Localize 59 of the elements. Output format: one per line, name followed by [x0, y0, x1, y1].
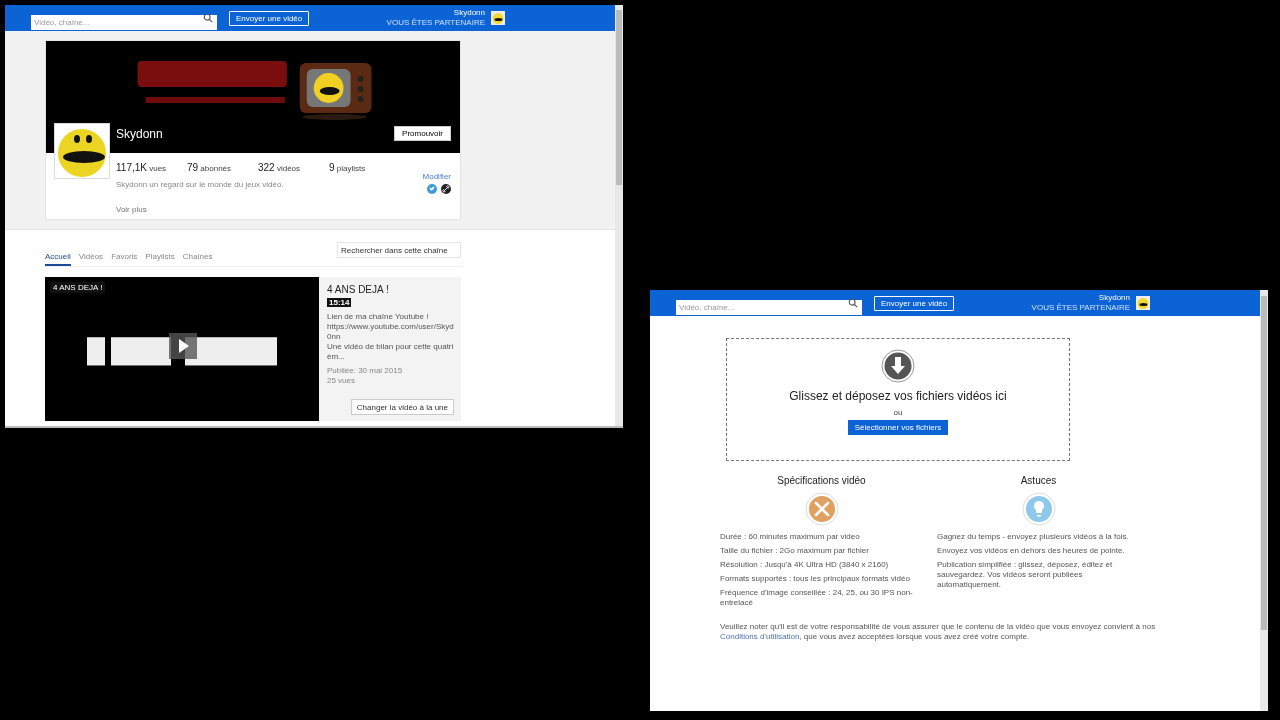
channel-stat: 9 playlists: [329, 162, 367, 173]
channel-tab[interactable]: Vidéos: [78, 252, 104, 266]
scrollbar[interactable]: [615, 5, 623, 426]
info-text: Publication simplifiée : glissez, déposez, éditez et sauvegardez. Vos vidéos seront publiées automatiquement.: [937, 560, 1114, 590]
channel-search-field[interactable]: Rechercher dans cette chaîne: [337, 242, 461, 258]
view-count: 25 vues: [327, 376, 356, 386]
drop-zone-title: Glissez et déposez vos fichiers vidéos ici: [789, 389, 1007, 403]
channel-tab[interactable]: Favoris: [111, 252, 138, 266]
avatar-icon[interactable]: [491, 11, 505, 25]
promote-button[interactable]: Promouvoir: [394, 126, 451, 141]
link-icon[interactable]: [441, 184, 451, 194]
user-name[interactable]: Skydonn: [453, 8, 485, 18]
channel-tab[interactable]: Playlists: [145, 252, 175, 266]
or-label: ou: [893, 408, 903, 417]
video-description-line: https://www.youtube.com/user/Skyd0nn: [327, 322, 454, 342]
info-text: Envoyez vos vidéos en dehors des heures de pointe.: [937, 546, 1126, 556]
video-description-line: Une vidéo de bilan pour cette quatrièm...: [327, 342, 454, 362]
channel-stat: 322 vidéos: [258, 162, 302, 173]
info-text: Durée : 60 minutes maximum par video: [720, 532, 861, 542]
channel-description: Skydonn un regard sur le monde du jeux vidéo.: [116, 180, 285, 189]
info-text: Taille du fichier : 2Go maximum par fichier: [720, 546, 870, 556]
avatar-icon[interactable]: [1136, 296, 1150, 310]
video-duration: 15:14: [327, 298, 352, 307]
channel-tab[interactable]: Accueil: [45, 252, 71, 266]
upload-button[interactable]: Envoyer une vidéo: [229, 10, 310, 26]
channel-name: Skydonn: [116, 127, 163, 141]
terms-note: Veuillez noter qu'il est de votre responsabilité de vous assurer que le contenu de la vidéo que vous envoyez convient à nos Conditions d'utilisation, que vous avez acceptées lorsque vous avez créé votre compte.: [720, 622, 1157, 642]
search-icon[interactable]: [203, 13, 213, 23]
change-featured-button[interactable]: Changer la vidéo à la une: [350, 399, 454, 415]
search-field[interactable]: Vidéo, chaîne...: [31, 14, 217, 30]
video-description-line: Lien de ma chaîne Youtube !: [327, 312, 430, 322]
channel-stat: 117,1K vues: [116, 162, 168, 173]
video-title-overlay: 4 ANS DEJA !: [50, 282, 106, 293]
partner-label: VOUS ÊTES PARTENAIRE: [386, 18, 485, 28]
column-title: Astuces: [1020, 475, 1057, 486]
video-title[interactable]: 4 ANS DEJA !: [327, 284, 389, 295]
publish-date: Publiée: 30 mai 2015: [327, 366, 403, 376]
download-icon: [881, 349, 915, 383]
lightbulb-icon: [1021, 492, 1056, 526]
tools-icon: [804, 492, 839, 526]
info-text: Résolution : Jusqu'à 4K Ultra HD (3840 x 2160): [720, 560, 890, 570]
channel-stat: 79 abonnés: [187, 162, 233, 173]
info-text: Formats supportés : tous les principaux formats vidéo: [720, 574, 911, 584]
see-more-link[interactable]: Voir plus: [116, 205, 147, 214]
channel-avatar: [54, 123, 110, 179]
upload-button[interactable]: Envoyer une vidéo: [874, 295, 955, 311]
select-files-button[interactable]: Sélectionner vos fichiers: [847, 420, 949, 435]
channel-tab[interactable]: Chaînes: [182, 252, 213, 266]
edit-link[interactable]: Modifier: [422, 172, 451, 181]
info-text: Gagnez du temps - envoyez plusieurs vidéos à la fois.: [937, 532, 1130, 542]
play-icon[interactable]: [169, 333, 197, 359]
column-title: Spécifications vidéo: [777, 475, 866, 486]
search-field[interactable]: Vidéo, chaîne...: [676, 299, 862, 315]
info-text: Fréquence d'image conseillée : 24, 25, ou 30 IPS non-entrelacé: [720, 588, 914, 608]
scrollbar[interactable]: [1260, 290, 1268, 711]
partner-label: VOUS ÊTES PARTENAIRE: [1031, 303, 1130, 313]
user-name[interactable]: Skydonn: [1098, 293, 1130, 303]
search-icon[interactable]: [848, 298, 858, 308]
drop-zone[interactable]: Glissez et déposez vos fichiers vidéos ici ou Sélectionner vos fichiers: [726, 338, 1070, 461]
